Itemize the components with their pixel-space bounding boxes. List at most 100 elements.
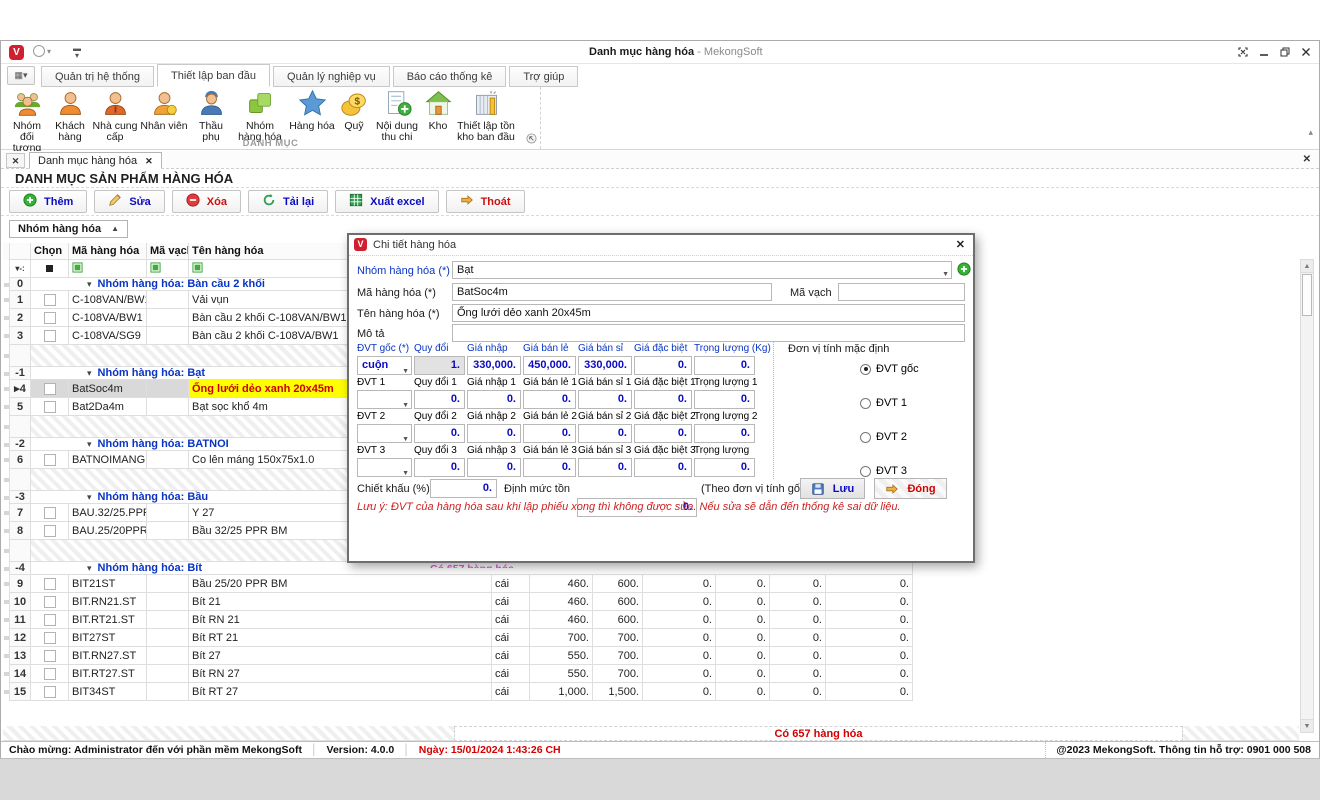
unit-value-input[interactable]: 0.: [414, 424, 465, 443]
unit-value-input[interactable]: 0.: [578, 390, 632, 409]
name-input[interactable]: Ống lưới dẻo xanh 20x45m: [452, 304, 965, 322]
radio-icon[interactable]: [860, 364, 871, 375]
unit-value-input[interactable]: 330,000.: [578, 356, 632, 375]
unit-value-input[interactable]: 0.: [578, 458, 632, 477]
unit-value-input[interactable]: 0.: [523, 390, 576, 409]
unit-value-input[interactable]: 0.: [634, 356, 692, 375]
filter-cell[interactable]: [147, 260, 189, 278]
unit-combo-2[interactable]: ▼: [357, 424, 412, 443]
tab-close-icon[interactable]: ✕: [145, 153, 153, 169]
ribbon-tab-quản-lý-nghiệp-vụ[interactable]: Quản lý nghiệp vụ: [273, 66, 390, 87]
exit-button[interactable]: Thoát: [446, 190, 525, 213]
unit-value-input[interactable]: 0.: [414, 458, 465, 477]
unit-combo-0[interactable]: cuộn▼: [357, 356, 412, 375]
radio-icon[interactable]: [860, 432, 871, 443]
add-group-icon[interactable]: [957, 262, 971, 279]
radio-icon[interactable]: [860, 466, 871, 477]
ribbon-item-customer[interactable]: Khách hàng: [49, 88, 91, 143]
unit-value-input[interactable]: 0.: [694, 424, 755, 443]
ribbon-item-income-content[interactable]: Nội dung thu chi: [371, 88, 423, 143]
close-document-icon[interactable]: ✕: [1303, 154, 1311, 165]
ribbon-collapse-icon[interactable]: ▴: [1308, 127, 1313, 138]
code-input[interactable]: BatSoc4m: [452, 283, 772, 301]
chevron-down-icon[interactable]: ▼: [942, 267, 949, 283]
ribbon-tab-báo-cáo-thống-kê[interactable]: Báo cáo thống kê: [393, 66, 507, 87]
unit-value-input[interactable]: 0.: [467, 390, 521, 409]
radio-option-đvt-3[interactable]: ĐVT 3: [860, 465, 907, 477]
add-button[interactable]: Thêm: [9, 190, 87, 213]
row-checkbox[interactable]: [31, 665, 69, 683]
ribbon-item-warehouse-house[interactable]: Kho: [423, 88, 453, 132]
column-header-3[interactable]: Mã vạch: [147, 243, 189, 260]
ribbon-item-fund-coins[interactable]: $Quỹ: [337, 88, 371, 132]
unit-value-input[interactable]: 0.: [467, 424, 521, 443]
group-combo[interactable]: Bạt▼: [452, 261, 952, 279]
collapse-triangle-icon[interactable]: ▾: [87, 439, 92, 450]
close-button[interactable]: Đóng: [874, 478, 947, 499]
row-checkbox[interactable]: [31, 647, 69, 665]
collapse-triangle-icon[interactable]: ▾: [87, 492, 92, 503]
minimize-icon[interactable]: [1259, 47, 1269, 57]
ribbon-item-product-star[interactable]: Hàng hóa: [287, 88, 337, 132]
collapse-triangle-icon[interactable]: ▾: [87, 368, 92, 379]
ribbon-item-subcontractor[interactable]: Thầu phụ: [189, 88, 233, 143]
unit-value-input[interactable]: 0.: [414, 390, 465, 409]
radio-icon[interactable]: [860, 398, 871, 409]
radio-option-đvt-1[interactable]: ĐVT 1: [860, 397, 907, 409]
row-checkbox[interactable]: [31, 611, 69, 629]
desc-input[interactable]: [452, 324, 965, 342]
row-checkbox[interactable]: [31, 398, 69, 416]
quick-access-customize-button[interactable]: ▬▾: [73, 45, 81, 59]
chevron-down-icon[interactable]: ▼: [402, 363, 409, 380]
unit-value-input[interactable]: 0.: [694, 356, 755, 375]
chevron-down-icon[interactable]: ▼: [402, 397, 409, 414]
ribbon-item-supplier[interactable]: Nhà cung cấp: [91, 88, 139, 143]
barcode-input[interactable]: [838, 283, 965, 301]
tab-danh-muc-hang-hoa[interactable]: Danh mục hàng hóa✕: [29, 152, 162, 169]
row-checkbox[interactable]: [31, 575, 69, 593]
save-button[interactable]: Lưu: [800, 478, 865, 499]
restore-icon[interactable]: [1280, 47, 1290, 57]
ribbon-item-employee[interactable]: Nhân viên: [139, 88, 189, 132]
row-checkbox[interactable]: [31, 309, 69, 327]
ribbon-tab-trợ-giúp[interactable]: Trợ giúp: [509, 66, 578, 87]
discount-input[interactable]: 0.: [430, 479, 497, 498]
dialog-header[interactable]: V Chi tiết hàng hóa ✕: [349, 235, 973, 256]
group-by-chip[interactable]: Nhóm hàng hóa ▲: [9, 220, 128, 238]
filter-cell[interactable]: [69, 260, 147, 278]
unit-combo-1[interactable]: ▼: [357, 390, 412, 409]
dialog-close-icon[interactable]: ✕: [956, 238, 965, 251]
row-checkbox[interactable]: [31, 451, 69, 469]
unit-value-input[interactable]: 0.: [634, 424, 692, 443]
excel-button[interactable]: Xuất excel: [335, 190, 438, 213]
unit-value-input[interactable]: 0.: [467, 458, 521, 477]
fullscreen-icon[interactable]: [1238, 47, 1248, 57]
delete-button[interactable]: Xóa: [172, 190, 241, 213]
radio-option-đvt-2[interactable]: ĐVT 2: [860, 431, 907, 443]
chevron-down-icon[interactable]: ▼: [402, 431, 409, 448]
unit-value-input[interactable]: 0.: [523, 424, 576, 443]
collapse-triangle-icon[interactable]: ▾: [87, 563, 92, 574]
scroll-up-icon[interactable]: ▲: [1301, 260, 1313, 273]
row-checkbox[interactable]: [31, 504, 69, 522]
column-header-2[interactable]: Mã hàng hóa: [69, 243, 147, 260]
unit-value-input[interactable]: 0.: [694, 390, 755, 409]
ribbon-item-product-group[interactable]: Nhóm hàng hóa: [233, 88, 287, 143]
ribbon-tab-quản-trị-hệ-thống[interactable]: Quản trị hệ thống: [41, 66, 154, 87]
unit-value-input[interactable]: 1.: [414, 356, 465, 375]
row-checkbox[interactable]: [31, 522, 69, 540]
ribbon-item-initial-stock[interactable]: Thiết lập tồn kho ban đầu: [453, 88, 519, 143]
radio-option-đvt-gốc[interactable]: ĐVT gốc: [860, 363, 919, 375]
chevron-down-icon[interactable]: ▼: [402, 465, 409, 482]
collapse-triangle-icon[interactable]: ▾: [87, 279, 92, 290]
unit-value-input[interactable]: 330,000.: [467, 356, 521, 375]
row-checkbox[interactable]: [31, 291, 69, 309]
unit-value-input[interactable]: 0.: [578, 424, 632, 443]
dialog-launcher-icon[interactable]: [526, 131, 537, 149]
tab-close-all-button[interactable]: ✕: [6, 153, 25, 168]
edit-button[interactable]: Sửa: [94, 190, 164, 213]
scroll-down-icon[interactable]: ▼: [1301, 719, 1313, 732]
row-checkbox[interactable]: [31, 593, 69, 611]
select-all-checkbox[interactable]: [31, 260, 69, 278]
row-checkbox[interactable]: [31, 380, 69, 398]
